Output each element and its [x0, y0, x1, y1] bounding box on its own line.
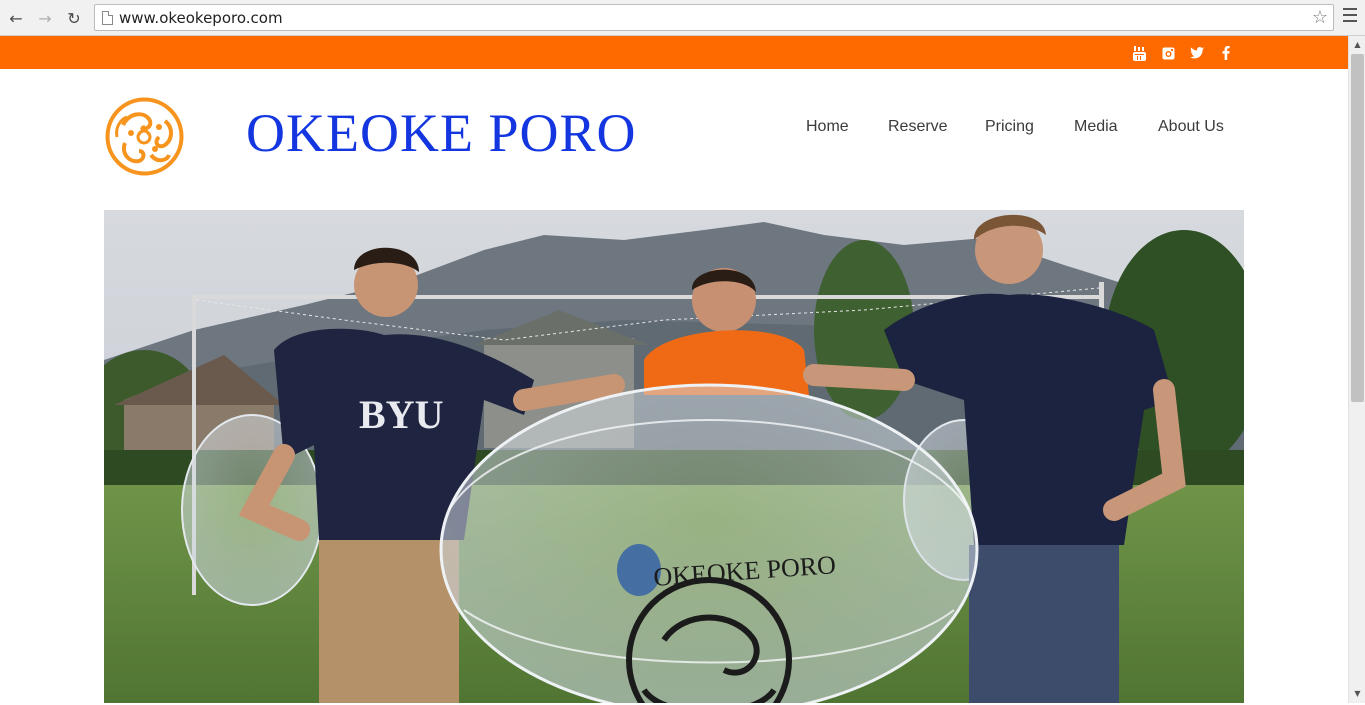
bookmark-star-icon[interactable]: ☆: [1312, 7, 1328, 28]
vertical-scrollbar[interactable]: ▲ ▼: [1348, 36, 1365, 703]
back-arrow-icon[interactable]: ←: [5, 7, 27, 29]
nav-reserve[interactable]: Reserve: [888, 118, 948, 136]
address-bar[interactable]: www.okeokeporo.com ☆: [94, 4, 1334, 31]
scroll-up-arrow-icon[interactable]: ▲: [1349, 38, 1365, 52]
url-text[interactable]: www.okeokeporo.com: [119, 9, 283, 27]
social-bar: [0, 36, 1348, 69]
twitter-icon[interactable]: [1189, 45, 1205, 61]
nav-media[interactable]: Media: [1074, 118, 1118, 136]
forward-arrow-icon[interactable]: →: [34, 7, 56, 29]
nav-about-us[interactable]: About Us: [1158, 118, 1224, 136]
youtube-icon[interactable]: [1131, 45, 1147, 61]
reload-icon[interactable]: ↻: [63, 7, 85, 29]
shirt-text: BYU: [359, 392, 443, 437]
browser-toolbar: ← → ↻ www.okeokeporo.com ☆: [0, 0, 1365, 36]
page-viewport: OKEOKE PORO Home Reserve Pricing Media A…: [0, 36, 1348, 703]
hero-image: BYU OKEOKE PORO: [104, 210, 1244, 703]
hamburger-menu-icon[interactable]: [1343, 8, 1357, 26]
scroll-thumb[interactable]: [1351, 54, 1364, 402]
main-navigation: Home Reserve Pricing Media About Us: [0, 118, 1348, 142]
nav-home[interactable]: Home: [806, 118, 849, 136]
scroll-down-arrow-icon[interactable]: ▼: [1349, 687, 1365, 701]
nav-pricing[interactable]: Pricing: [985, 118, 1034, 136]
page-icon: [102, 11, 113, 25]
instagram-icon[interactable]: [1160, 45, 1176, 61]
facebook-icon[interactable]: [1218, 45, 1234, 61]
